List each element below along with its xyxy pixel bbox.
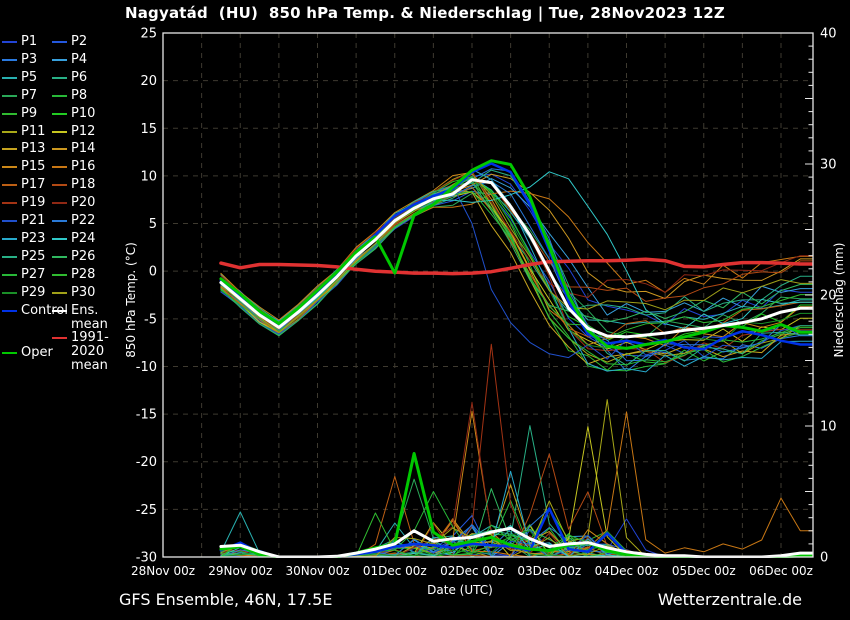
- svg-text:40: 40: [820, 27, 837, 42]
- svg-text:29Nov 00z: 29Nov 00z: [208, 564, 272, 578]
- svg-text:-25: -25: [136, 503, 157, 518]
- svg-text:5: 5: [149, 217, 157, 232]
- svg-text:20: 20: [140, 74, 157, 89]
- svg-text:06Dec 00z: 06Dec 00z: [749, 564, 813, 578]
- svg-text:03Dec 00z: 03Dec 00z: [517, 564, 581, 578]
- svg-text:10: 10: [140, 169, 157, 184]
- model-info-text: GFS Ensemble, 46N, 17.5E: [119, 590, 332, 609]
- svg-text:30: 30: [820, 158, 837, 173]
- main-curves: [221, 161, 816, 557]
- weather-chart-page: Nagyatád (HU) 850 hPa Temp. & Niederschl…: [0, 0, 850, 620]
- svg-text:01Dec 00z: 01Dec 00z: [363, 564, 427, 578]
- right-axis-label: Niederschlag (mm): [832, 243, 846, 358]
- svg-text:04Dec 00z: 04Dec 00z: [595, 564, 659, 578]
- grid-lines: [163, 33, 813, 557]
- member-precip-curves: [221, 344, 816, 557]
- svg-text:25: 25: [140, 27, 157, 42]
- x-axis-title: Date (UTC): [330, 583, 590, 597]
- left-axis-label: 850 hPa Temp. (°C): [124, 242, 138, 358]
- axes-frame: [163, 33, 813, 557]
- svg-text:05Dec 00z: 05Dec 00z: [672, 564, 736, 578]
- svg-text:10: 10: [820, 420, 837, 435]
- svg-text:-10: -10: [136, 360, 157, 375]
- svg-text:15: 15: [140, 122, 157, 137]
- svg-text:0: 0: [820, 551, 828, 566]
- site-credit-text: Wetterzentrale.de: [658, 590, 802, 609]
- svg-text:-15: -15: [136, 408, 157, 423]
- svg-text:30Nov 00z: 30Nov 00z: [285, 564, 349, 578]
- member-temp-curves: [221, 169, 816, 372]
- svg-text:-5: -5: [144, 312, 157, 327]
- svg-text:-20: -20: [136, 455, 157, 470]
- svg-text:28Nov 00z: 28Nov 00z: [131, 564, 195, 578]
- svg-text:0: 0: [149, 265, 157, 280]
- svg-text:02Dec 00z: 02Dec 00z: [440, 564, 504, 578]
